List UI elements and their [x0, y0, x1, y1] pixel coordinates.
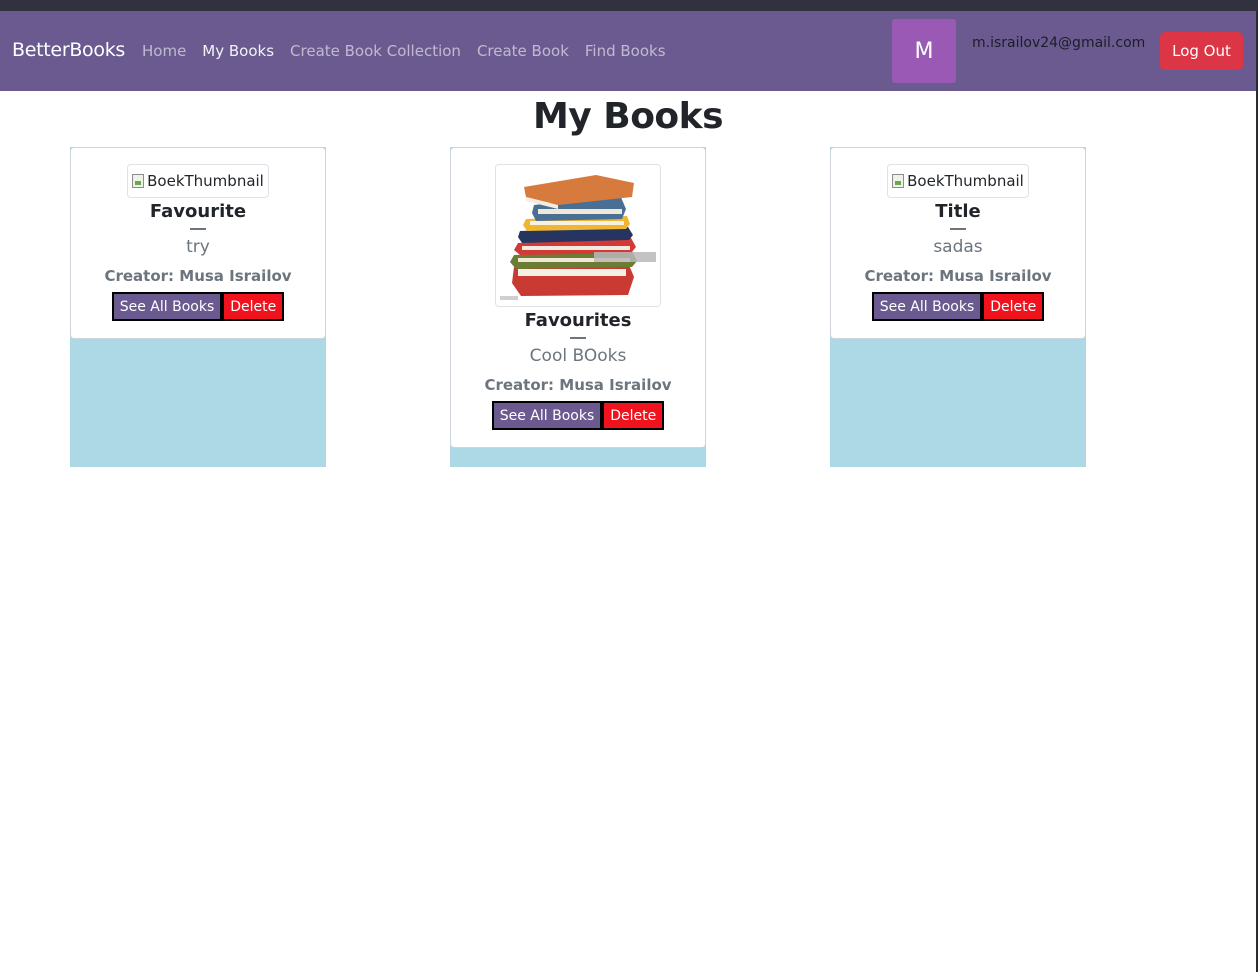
nav-link-create-book-collection[interactable]: Create Book Collection — [290, 42, 461, 60]
nav-link-home[interactable]: Home — [142, 42, 186, 60]
see-all-books-button[interactable]: See All Books — [491, 401, 603, 430]
creator-label: Creator: — [484, 376, 555, 394]
delete-button[interactable]: Delete — [982, 292, 1045, 321]
collection-creator: Creator: Musa Israilov — [864, 266, 1051, 286]
navbar: BetterBooks Home My Books Create Book Co… — [0, 11, 1256, 91]
thumbnail-alt-text: BoekThumbnail — [147, 172, 264, 190]
see-all-books-button[interactable]: See All Books — [111, 292, 223, 321]
collection-card: BoekThumbnail Favourite try Creator: Mus… — [70, 147, 326, 339]
collection-title: Title — [935, 201, 981, 222]
thumbnail-broken-image: BoekThumbnail — [887, 164, 1029, 198]
title-divider — [190, 228, 206, 230]
stack-of-books-image — [495, 164, 661, 307]
title-divider — [950, 228, 966, 230]
collection-title: Favourite — [149, 201, 247, 222]
creator-name: Musa Israilov — [939, 267, 1052, 285]
thumbnail-broken-image: BoekThumbnail — [127, 164, 269, 198]
collection-description: Cool BOoks — [529, 346, 627, 366]
logout-button[interactable]: Log Out — [1160, 32, 1243, 70]
nav-link-create-book[interactable]: Create Book — [477, 42, 569, 60]
avatar[interactable]: M — [892, 19, 956, 83]
collection-creator: Creator: Musa Israilov — [484, 375, 671, 395]
creator-label: Creator: — [104, 267, 175, 285]
collection-actions: See All Books Delete — [871, 292, 1045, 321]
delete-button[interactable]: Delete — [602, 401, 665, 430]
collection-actions: See All Books Delete — [111, 292, 285, 321]
creator-label: Creator: — [864, 267, 935, 285]
collection-column: Favourites Cool BOoks Creator: Musa Isra… — [450, 147, 706, 467]
creator-name: Musa Israilov — [179, 267, 292, 285]
page-title: My Books — [532, 96, 724, 137]
thumbnail-alt-text: BoekThumbnail — [907, 172, 1024, 190]
title-divider — [570, 337, 586, 339]
collection-creator: Creator: Musa Israilov — [104, 266, 291, 286]
delete-button[interactable]: Delete — [222, 292, 285, 321]
nav-link-my-books[interactable]: My Books — [202, 42, 274, 60]
collection-description: sadas — [933, 237, 983, 257]
nav-link-find-books[interactable]: Find Books — [585, 42, 666, 60]
collection-column: BoekThumbnail Title sadas Creator: Musa … — [830, 147, 1086, 467]
broken-image-icon — [892, 174, 905, 188]
books-image-icon — [496, 165, 660, 306]
broken-image-icon — [132, 174, 145, 188]
creator-name: Musa Israilov — [559, 376, 672, 394]
nav-links: Home My Books Create Book Collection Cre… — [142, 42, 666, 60]
user-email: m.israilov24@gmail.com — [972, 35, 1146, 51]
brand-link[interactable]: BetterBooks — [12, 39, 125, 61]
collection-card: Favourites Cool BOoks Creator: Musa Isra… — [450, 147, 706, 448]
collection-title: Favourites — [524, 310, 632, 331]
collection-column: BoekThumbnail Favourite try Creator: Mus… — [70, 147, 326, 467]
see-all-books-button[interactable]: See All Books — [871, 292, 983, 321]
collection-card: BoekThumbnail Title sadas Creator: Musa … — [830, 147, 1086, 339]
window-top-strip — [0, 0, 1258, 11]
collection-description: try — [186, 237, 210, 257]
collection-actions: See All Books Delete — [491, 401, 665, 430]
